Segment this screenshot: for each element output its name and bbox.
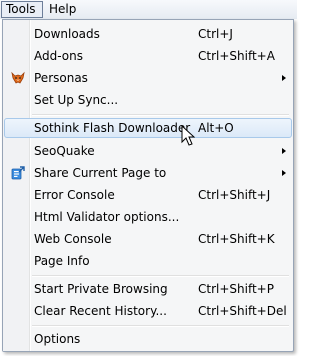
menu-item-label: Page Info: [34, 254, 90, 268]
menu-separator: [32, 325, 289, 326]
menu-item-page-info[interactable]: Page Info: [4, 251, 292, 271]
menu-item-label: Html Validator options...: [34, 210, 180, 224]
menu-item-label: Web Console: [34, 232, 112, 246]
menu-item-set-up-sync[interactable]: Set Up Sync...: [4, 90, 292, 110]
menu-item-label: Share Current Page to: [34, 166, 167, 180]
menubar-help[interactable]: Help: [45, 1, 80, 18]
menu-item-personas[interactable]: Personas: [4, 68, 292, 88]
menu-separator: [32, 114, 289, 115]
menubar-tools[interactable]: Tools: [1, 1, 43, 18]
menu-item-shortcut: Ctrl+Shift+A: [198, 49, 275, 63]
menu-item-web-console[interactable]: Web Console Ctrl+Shift+K: [4, 229, 292, 249]
menu-separator: [32, 275, 289, 276]
menu-item-label: Set Up Sync...: [34, 93, 119, 107]
menu-item-error-console[interactable]: Error Console Ctrl+Shift+J: [4, 185, 292, 205]
menu-item-label: SeoQuake: [34, 144, 95, 158]
mouse-pointer-icon: [181, 125, 195, 146]
menu-item-shortcut: Ctrl+Shift+J: [198, 188, 271, 202]
menu-item-label: Options: [34, 332, 81, 346]
menu-item-shortcut: Ctrl+J: [198, 27, 233, 41]
menu-bar: Tools Help: [0, 0, 297, 19]
menu-item-html-validator-options[interactable]: Html Validator options...: [4, 207, 292, 227]
share-page-icon: [11, 166, 25, 180]
menu-item-label: Add-ons: [34, 49, 83, 63]
menu-item-shortcut: Ctrl+Shift+Del: [198, 304, 287, 318]
menu-item-label: Sothink Flash Downloader: [34, 121, 191, 135]
menu-item-clear-recent-history[interactable]: Clear Recent History... Ctrl+Shift+Del: [4, 301, 292, 321]
menu-item-shortcut: Ctrl+Shift+K: [198, 232, 275, 246]
tools-menu: Downloads Ctrl+J Add-ons Ctrl+Shift+A Pe…: [2, 19, 294, 352]
menu-item-label: Start Private Browsing: [34, 282, 168, 296]
menu-item-downloads[interactable]: Downloads Ctrl+J: [4, 24, 292, 44]
menu-item-add-ons[interactable]: Add-ons Ctrl+Shift+A: [4, 46, 292, 66]
menu-item-shortcut: Ctrl+Shift+P: [198, 282, 274, 296]
submenu-arrow-icon: [282, 75, 286, 81]
menu-item-label: Clear Recent History...: [34, 304, 167, 318]
personas-fox-icon: [11, 71, 25, 84]
submenu-arrow-icon: [282, 148, 286, 154]
menu-item-start-private-browsing[interactable]: Start Private Browsing Ctrl+Shift+P: [4, 279, 292, 299]
menu-item-sothink-flash-downloader[interactable]: Sothink Flash Downloader Alt+O: [4, 118, 292, 138]
menu-item-share-current-page[interactable]: Share Current Page to: [4, 163, 292, 183]
menu-item-label: Downloads: [34, 27, 100, 41]
menu-item-label: Personas: [34, 71, 88, 85]
menu-item-label: Error Console: [34, 188, 115, 202]
menu-item-shortcut: Alt+O: [198, 121, 234, 135]
submenu-arrow-icon: [282, 170, 286, 176]
menu-item-options[interactable]: Options: [4, 329, 292, 349]
menu-item-seoquake[interactable]: SeoQuake: [4, 141, 292, 161]
